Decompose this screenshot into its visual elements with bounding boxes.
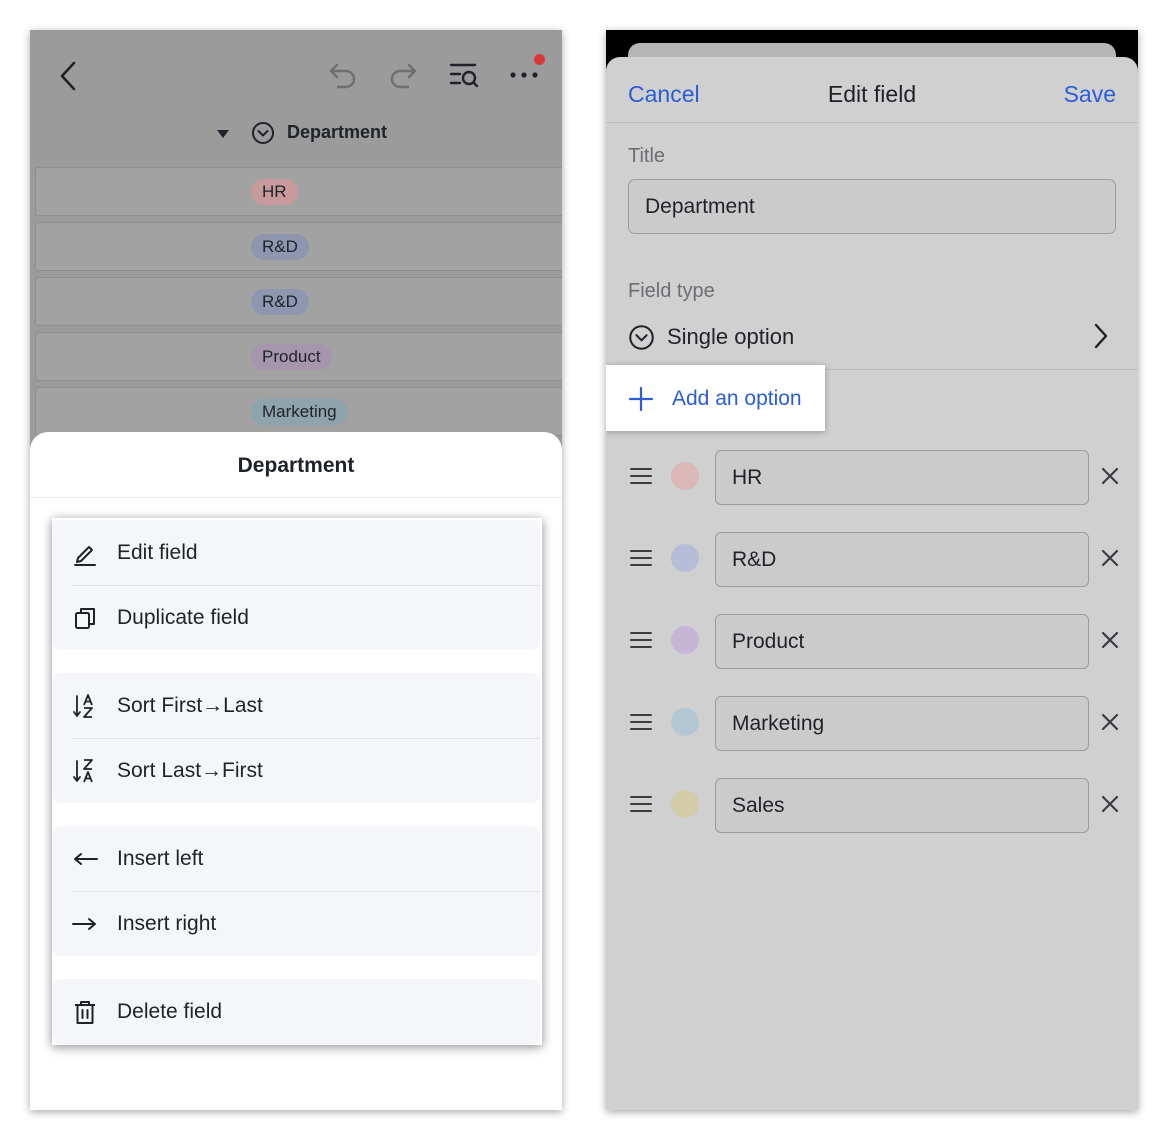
menu-item-label: Edit field: [117, 541, 198, 564]
option-color-dot[interactable]: [671, 462, 699, 490]
close-icon[interactable]: [1100, 466, 1120, 486]
list-item: HR: [606, 450, 1138, 532]
arrow-left-icon: [74, 853, 98, 865]
single-option-icon: [629, 325, 654, 350]
table-row[interactable]: R&D: [35, 222, 562, 271]
option-tag: R&D: [251, 289, 309, 315]
notification-dot: [534, 54, 545, 65]
field-menu: Edit field Duplicate field Sort First→La…: [52, 518, 542, 1045]
option-tag: Product: [251, 344, 332, 370]
sort-descending-icon: [73, 759, 93, 783]
list-item: Sales: [606, 778, 1138, 860]
title-label: Title: [628, 145, 666, 167]
close-icon[interactable]: [1100, 548, 1120, 568]
duplicate-field-button[interactable]: Duplicate field: [52, 585, 540, 650]
option-color-dot[interactable]: [671, 544, 699, 572]
left-screen: Department HR R&D R&D Product Marketing …: [30, 30, 562, 1110]
option-input[interactable]: Marketing: [715, 696, 1089, 751]
menu-item-label: Sort First→Last: [117, 694, 263, 717]
menu-group: Edit field Duplicate field: [52, 520, 540, 650]
add-option-label: Add an option: [672, 387, 802, 410]
insert-left-button[interactable]: Insert left: [52, 826, 540, 891]
field-type-value: Single option: [667, 324, 795, 349]
undo-icon: [329, 63, 356, 89]
insert-right-button[interactable]: Insert right: [52, 891, 540, 956]
caret-down-icon: [217, 130, 229, 138]
close-icon[interactable]: [1100, 712, 1120, 732]
trash-icon: [75, 1001, 95, 1024]
menu-item-label: Sort Last→First: [117, 759, 263, 782]
drag-handle-icon[interactable]: [630, 466, 652, 486]
table-row[interactable]: R&D: [35, 277, 562, 326]
field-action-sheet: Department Edit field Duplicate field So…: [30, 432, 562, 1110]
right-screen: Edit field Cancel Save Title Department …: [606, 30, 1138, 1110]
option-input[interactable]: Product: [715, 614, 1089, 669]
menu-item-label: Delete field: [117, 1000, 223, 1023]
drag-handle-icon[interactable]: [630, 794, 652, 814]
edit-field-button[interactable]: Edit field: [52, 520, 540, 585]
plus-icon: [628, 386, 654, 412]
menu-item-label: Insert right: [117, 912, 217, 935]
more-dots-icon: [510, 72, 538, 78]
chevron-right-icon: [1094, 323, 1108, 349]
arrow-right-icon: [72, 918, 96, 930]
search-records-button[interactable]: [446, 58, 482, 92]
cancel-button[interactable]: Cancel: [628, 81, 700, 108]
menu-group: Insert left Insert right: [52, 826, 540, 956]
field-type-label: Field type: [628, 280, 715, 302]
table-row[interactable]: HR: [35, 167, 562, 216]
sort-ascending-icon: [73, 694, 93, 718]
list-item: R&D: [606, 532, 1138, 614]
option-color-dot[interactable]: [671, 626, 699, 654]
option-input[interactable]: Sales: [715, 778, 1089, 833]
list-item: Marketing: [606, 696, 1138, 778]
title-input[interactable]: Department: [628, 179, 1116, 234]
redo-icon: [390, 63, 417, 89]
close-icon[interactable]: [1100, 630, 1120, 650]
menu-item-label: Duplicate field: [117, 606, 249, 629]
column-header-title[interactable]: Department: [287, 122, 387, 143]
back-button[interactable]: [52, 56, 84, 96]
drag-handle-icon[interactable]: [630, 712, 652, 732]
divider: [606, 122, 1138, 123]
add-option-button[interactable]: Add an option: [606, 365, 825, 431]
menu-group: Delete field: [52, 979, 540, 1044]
list-item: Product: [606, 614, 1138, 696]
edit-icon: [74, 546, 96, 566]
option-tag: Marketing: [251, 399, 348, 425]
sheet-title: Department: [237, 454, 355, 477]
option-tag: HR: [251, 179, 298, 205]
sort-last-first-button[interactable]: Sort Last→First: [52, 738, 540, 803]
drag-handle-icon[interactable]: [630, 630, 652, 650]
redo-button[interactable]: [386, 58, 420, 92]
chevron-left-icon: [60, 61, 76, 91]
option-input[interactable]: HR: [715, 450, 1089, 505]
drag-handle-icon[interactable]: [630, 548, 652, 568]
edit-field-modal: Edit field Cancel Save Title Department …: [606, 57, 1138, 1110]
option-tag: R&D: [251, 234, 309, 260]
option-input[interactable]: R&D: [715, 532, 1089, 587]
single-option-icon: [252, 122, 274, 144]
close-icon[interactable]: [1100, 794, 1120, 814]
save-button[interactable]: Save: [1064, 81, 1116, 108]
menu-group: Sort First→Last Sort Last→First: [52, 673, 540, 803]
option-color-dot[interactable]: [671, 708, 699, 736]
record-list: HR R&D R&D Product Marketing: [35, 167, 562, 442]
divider: [30, 497, 562, 498]
option-color-dot[interactable]: [671, 790, 699, 818]
table-row[interactable]: Product: [35, 332, 562, 381]
option-list: HR R&D Product Marketing Sales: [606, 450, 1138, 860]
table-row[interactable]: Marketing: [35, 387, 562, 436]
delete-field-button[interactable]: Delete field: [52, 979, 540, 1044]
top-toolbar: [30, 30, 562, 120]
list-search-icon: [449, 63, 479, 88]
sort-first-last-button[interactable]: Sort First→Last: [52, 673, 540, 738]
menu-item-label: Insert left: [117, 847, 204, 870]
undo-button[interactable]: [326, 58, 360, 92]
duplicate-icon: [75, 608, 95, 629]
